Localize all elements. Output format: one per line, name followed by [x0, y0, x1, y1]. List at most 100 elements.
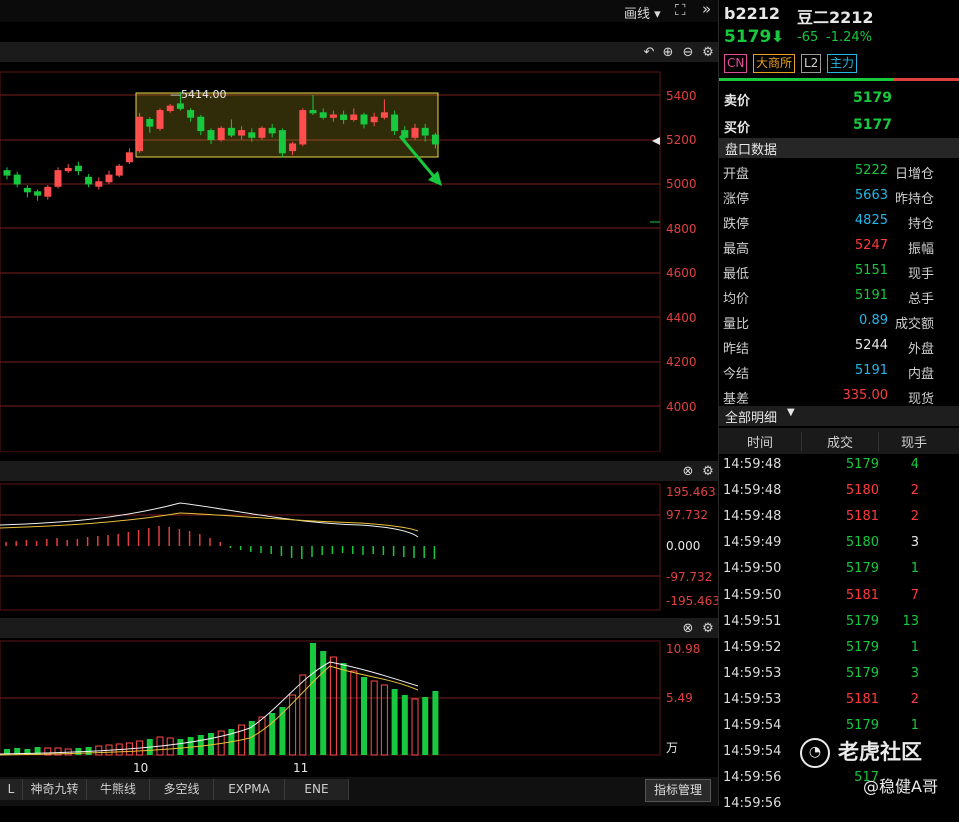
gear-icon[interactable]: ⚙	[700, 463, 716, 479]
stat-value: 4825	[854, 213, 888, 228]
volume-panel[interactable]: 10.98 5.49 万 10 11	[0, 638, 718, 777]
kline-ytick: 4200	[666, 355, 697, 369]
volume-bar	[269, 713, 276, 755]
macd-dif-line	[0, 502, 419, 538]
chart-toolbar: 画线 ▾ ⛶ »	[0, 0, 718, 22]
trade-volume: 2	[910, 483, 919, 499]
dropdown-caret-icon[interactable]: ▼	[787, 407, 795, 418]
kline-panel[interactable]: —5414.00 5400 5200 5000 4800 4600 4400 4…	[0, 62, 718, 452]
trade-time: 14:59:48	[723, 509, 782, 525]
trade-time: 14:59:49	[723, 535, 782, 551]
volume-ytick: 万	[666, 741, 679, 755]
tab-l[interactable]: L	[0, 779, 23, 800]
macd-panel[interactable]: 195.463 97.732 0.000 -97.732 -195.463	[0, 481, 720, 611]
expand-icon[interactable]: ⛶	[675, 1, 686, 19]
kline-candle	[13, 171, 21, 188]
plus-circle-icon[interactable]: ⊕	[660, 44, 676, 60]
badge-exchange: 大商所	[753, 54, 796, 73]
stat-row: 均价 5191 总手	[719, 288, 959, 313]
tab-duokong[interactable]: 多空线	[150, 779, 214, 800]
indicator-manage-button[interactable]: 指标管理	[645, 779, 711, 802]
stat-value: 5191	[854, 288, 888, 303]
trade-volume: 1	[910, 718, 919, 733]
kline-candle	[23, 185, 31, 198]
macd-panel-header: ⊗ ⚙	[0, 461, 718, 481]
double-chevron-right-icon[interactable]: »	[702, 0, 711, 18]
macd-ytick: 97.732	[666, 508, 708, 522]
trade-table-header: 时间 成交 现手	[719, 428, 959, 454]
trade-time: 14:59:54	[723, 744, 782, 760]
tab-expma[interactable]: EXPMA	[214, 779, 285, 800]
price-change: -65	[797, 30, 819, 45]
gear-icon[interactable]: ⚙	[700, 620, 716, 636]
trade-volume: 2	[910, 509, 919, 525]
ask-strength-bar	[894, 78, 959, 81]
tiger-logo-icon: ◔	[800, 738, 830, 768]
volume-bar	[391, 689, 398, 755]
detail-section-header[interactable]: 全部明细 ▼	[719, 406, 959, 426]
stat-label: 今结	[723, 367, 750, 382]
stat-label: 最高	[723, 242, 750, 257]
detail-title[interactable]: 全部明细	[725, 407, 777, 426]
bid-label: 买价	[724, 121, 751, 136]
stat-row: 最低 5151 现手	[719, 263, 959, 288]
kline-candle	[85, 173, 93, 188]
macd-ytick: 195.463	[666, 485, 716, 499]
close-circle-icon[interactable]: ⊗	[680, 463, 696, 479]
close-circle-icon[interactable]: ⊗	[680, 620, 696, 636]
stat-label-2: 内盘	[907, 367, 934, 382]
stat-label: 基差	[723, 392, 750, 407]
bid-price: 5177	[853, 117, 892, 133]
order-book-section: 盘口数据	[719, 138, 959, 158]
badge-cn: CN	[724, 54, 748, 73]
ask-price: 5179	[853, 90, 892, 106]
kline-ytick: 5400	[666, 89, 697, 103]
trade-price: 5179	[845, 457, 879, 472]
stat-label-2: 现手	[907, 267, 934, 282]
kline-ytick: 5200	[666, 133, 697, 147]
stat-label: 昨结	[723, 342, 750, 357]
stat-label-2: 振幅	[907, 242, 934, 257]
tab-ene[interactable]: ENE	[285, 779, 349, 800]
trade-volume: 1	[910, 561, 919, 577]
minus-circle-icon[interactable]: ⊖	[680, 44, 696, 60]
draw-tool-button[interactable]: 画线 ▾	[624, 3, 661, 22]
kline-candle	[258, 126, 266, 140]
volume-bar	[289, 694, 297, 756]
trade-price: 5179	[845, 561, 879, 577]
trade-time: 14:59:52	[723, 639, 782, 655]
volume-bar	[299, 674, 307, 756]
kline-candle	[115, 163, 123, 178]
macd-ytick: -97.732	[666, 570, 713, 584]
watermark-author: @稳健A哥	[863, 777, 938, 796]
symbol-code: b2212	[724, 4, 780, 23]
indicator-tabs: L 神奇九转 牛熊线 多空线 EXPMA ENE 指标管理	[0, 777, 718, 806]
stat-value: 5191	[854, 363, 888, 378]
trade-price: 5179	[845, 718, 879, 733]
volume-panel-header: ⊗ ⚙	[0, 618, 718, 638]
macd-chart	[0, 483, 661, 611]
trade-price: 5181	[845, 509, 879, 525]
trade-row: 14:59:56	[719, 796, 959, 822]
chart-area[interactable]: 画线 ▾ ⛶ » ↶ ⊕ ⊖ ⚙ —5414.00 5400 5200 5000…	[0, 0, 720, 806]
stat-label-2: 现货	[907, 392, 934, 407]
undo-icon[interactable]: ↶	[641, 44, 657, 60]
volume-bar	[411, 698, 419, 756]
trade-row: 14:59:52 5179 1	[719, 640, 959, 666]
tab-niuxiong[interactable]: 牛熊线	[87, 779, 150, 800]
kline-ytick: 4400	[666, 311, 697, 325]
trade-price: 5180	[845, 535, 879, 551]
x-tick: 10	[133, 761, 149, 775]
trade-row: 14:59:51 5179 13	[719, 614, 959, 640]
section-title: 盘口数据	[725, 143, 778, 158]
kline-candle	[3, 167, 11, 180]
gear-icon[interactable]: ⚙	[700, 44, 716, 60]
volume-bar	[350, 670, 358, 756]
tab-shenqi[interactable]: 神奇九转	[23, 779, 87, 800]
trade-volume: 7	[910, 587, 919, 603]
stat-label-2: 总手	[907, 292, 934, 307]
stat-label: 量比	[723, 317, 750, 332]
trade-time: 14:59:48	[723, 483, 782, 499]
volume-bar	[422, 697, 429, 755]
macd-ytick: -195.463	[666, 594, 720, 608]
